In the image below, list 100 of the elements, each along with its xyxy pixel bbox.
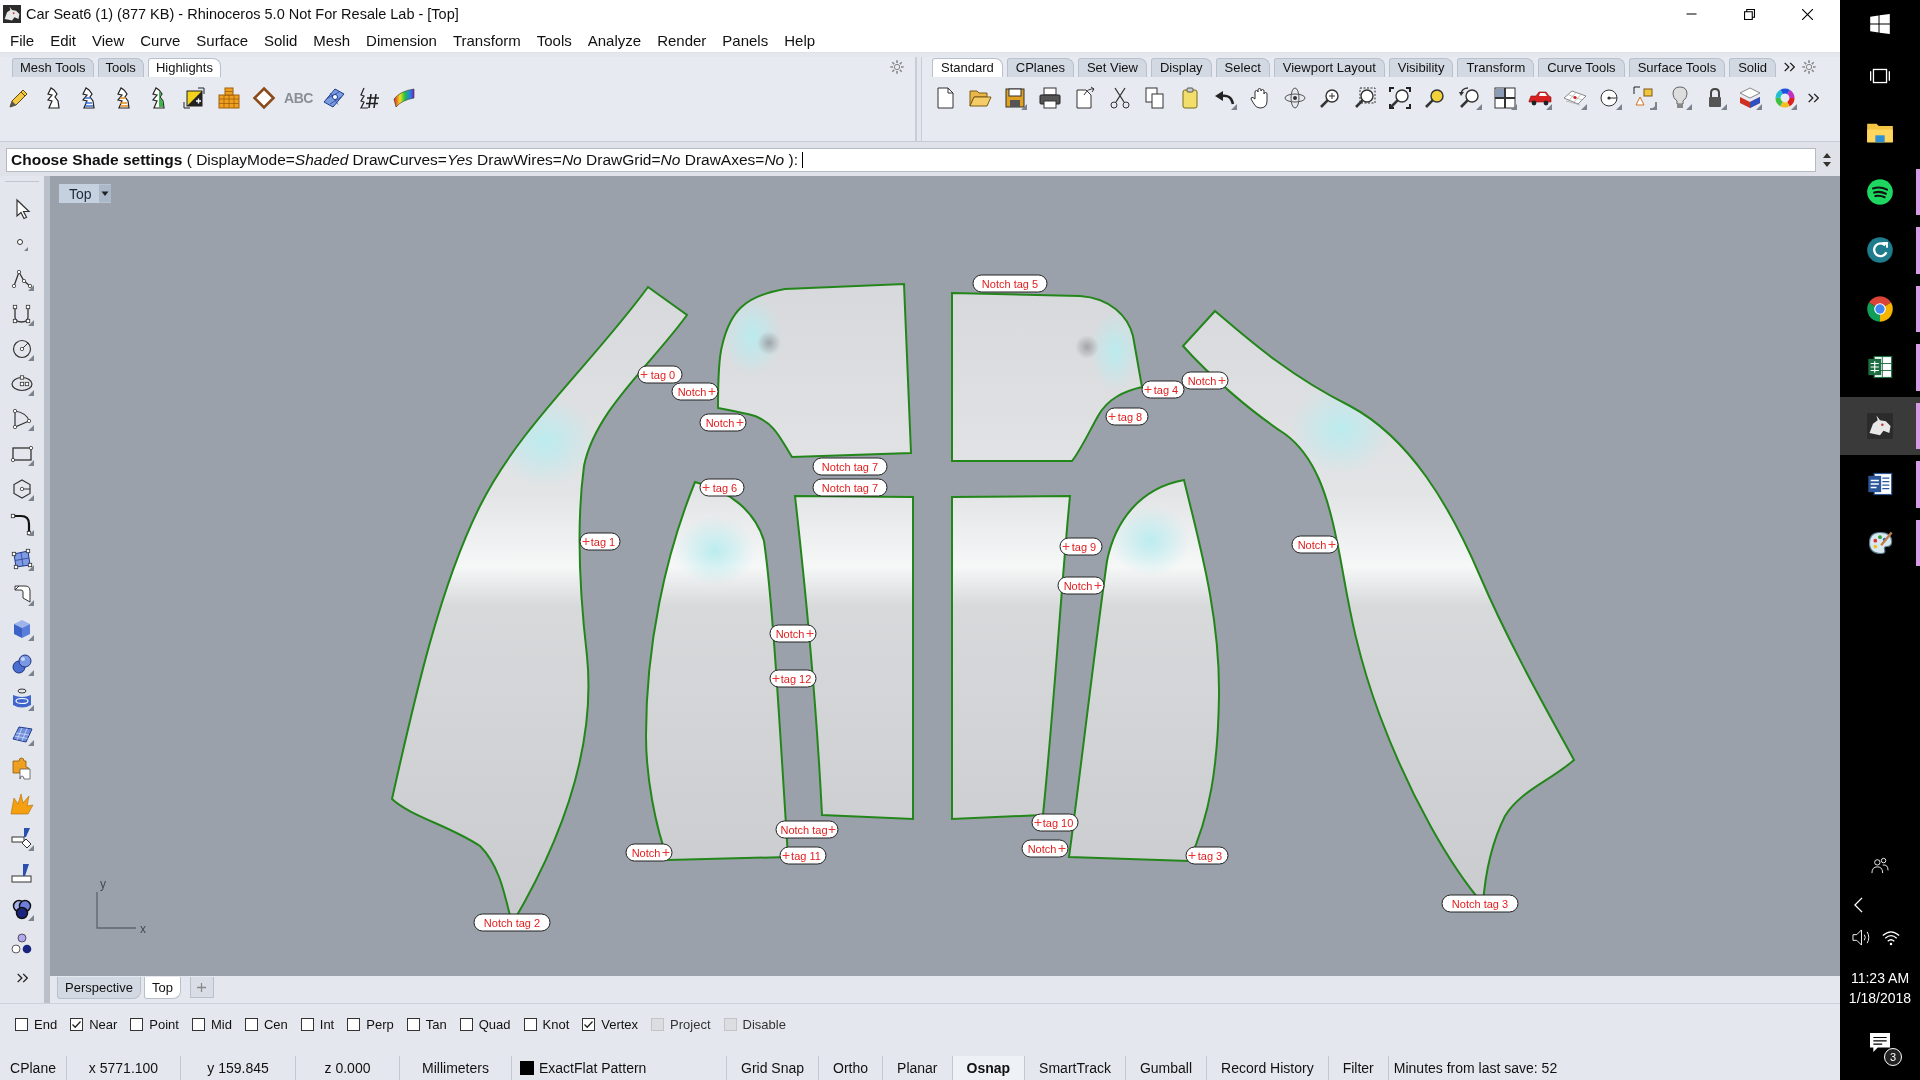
overflow-chevrons-icon[interactable] [1784, 62, 1796, 72]
command-line-field[interactable]: Choose Shade settings ( DisplayMode=Shaded DrawCurves=Yes DrawWires=No DrawGrid=No DrawAxes=No ): [6, 148, 1816, 172]
checkbox[interactable] [406, 1018, 420, 1031]
viewport-tab[interactable]: Perspective [57, 977, 141, 999]
viewport-title-tab[interactable]: Top [59, 184, 111, 203]
diamond-icon [251, 86, 276, 110]
osnap-option[interactable]: Mid [191, 1017, 232, 1032]
minimize-icon [1685, 13, 1697, 15]
tag-label: Notch [1021, 839, 1069, 858]
status-toggle[interactable]: Filter [1328, 1056, 1389, 1080]
plus-icon [197, 982, 207, 992]
menu-item[interactable]: Surface [188, 31, 256, 49]
menu-item[interactable]: Curve [132, 31, 189, 49]
osnap-option[interactable]: Tan [406, 1017, 447, 1032]
status-toggle[interactable]: Planar [883, 1056, 953, 1080]
settings-icon[interactable] [1801, 59, 1818, 75]
osnap-option[interactable]: Cen [244, 1017, 288, 1032]
toolbar-tab[interactable]: Surface Tools [1628, 58, 1726, 77]
checkbox[interactable] [191, 1018, 205, 1031]
checkbox[interactable] [130, 1018, 144, 1031]
settings-icon[interactable] [889, 59, 905, 75]
toolbar-tab[interactable]: Tools [97, 58, 144, 77]
osnap-option[interactable]: Near [70, 1017, 118, 1032]
osnap-option[interactable]: Vertex [582, 1017, 639, 1032]
taskbar-app-button[interactable] [1840, 396, 1920, 455]
cplane-pane[interactable]: CPlane [0, 1056, 67, 1080]
toolbar-tab[interactable]: Transform [1457, 58, 1535, 77]
toolbar-tab[interactable]: Standard [932, 58, 1003, 77]
toolbar-tab[interactable]: Display [1151, 58, 1212, 77]
menu-item[interactable]: Mesh [305, 31, 359, 49]
notification-icon[interactable] [1870, 1033, 1890, 1052]
checkbox[interactable] [459, 1018, 473, 1031]
menu-item[interactable]: Render [649, 31, 715, 49]
units-pane[interactable]: Millimeters [400, 1056, 512, 1080]
checkbox[interactable] [582, 1018, 596, 1031]
chevron-icon[interactable] [1854, 897, 1863, 913]
close-icon [1801, 8, 1813, 20]
print-icon [1037, 86, 1062, 110]
osnap-option[interactable]: Knot [523, 1017, 570, 1032]
menu-item[interactable]: Solid [256, 31, 306, 49]
checkbox[interactable] [523, 1018, 537, 1031]
menu-item[interactable]: Tools [528, 31, 580, 49]
tag-label: tag 8 [1105, 407, 1149, 426]
toolbar-tab[interactable]: Mesh Tools [12, 58, 94, 77]
overflow-chevrons-icon[interactable] [16, 973, 28, 983]
osnap-option[interactable]: Quad [459, 1017, 511, 1032]
checkbox[interactable] [244, 1018, 258, 1031]
checkbox[interactable] [347, 1018, 361, 1031]
clock-time[interactable]: 11:23 AM [1850, 968, 1910, 988]
coordinate-readout: x 5771.100 [67, 1056, 181, 1080]
rhino-head-icon [1866, 411, 1894, 440]
dots-icon [10, 931, 34, 956]
status-toggle[interactable]: Grid Snap [727, 1056, 820, 1080]
flag-block-icon [10, 826, 34, 851]
menu-item[interactable]: Help [776, 31, 824, 49]
osnap-option[interactable]: Point [130, 1017, 179, 1032]
menu-item[interactable]: File [2, 31, 43, 49]
toolbar-tab[interactable]: Solid [1729, 58, 1777, 77]
tag-label: Notch [699, 413, 747, 432]
viewport-canvas[interactable]: Top Notch tag 5 tag 0 Notch tag 4 Notch Notch tag 8 Notch tag 7 tag 6 Notch tag 7 tag 1 tag 9 Notch Notch Notch tag 12 Notch tag tag 10 Notch tag 11 Notch tag 3 y Notch tag 3 x Notch tag 2 [50, 176, 1840, 976]
rhino-head-icon [3, 5, 21, 23]
menu-item[interactable]: Transform [444, 31, 529, 49]
menu-item[interactable]: Analyze [579, 31, 650, 49]
toolbar-tab[interactable]: Select [1215, 58, 1270, 77]
add-tab-button[interactable] [189, 977, 214, 998]
wifi-icon[interactable] [1882, 929, 1900, 946]
clock-date[interactable]: 1/18/2018 [1848, 988, 1912, 1008]
osnap-option[interactable]: End [15, 1017, 58, 1032]
menu-item[interactable]: Edit [42, 31, 85, 49]
speaker-icon[interactable] [1852, 929, 1870, 946]
status-toggle[interactable]: Osnap [952, 1056, 1026, 1080]
toolbar-tab[interactable]: Curve Tools [1538, 58, 1625, 77]
checkbox[interactable] [300, 1018, 314, 1031]
status-toggle[interactable]: Ortho [819, 1056, 884, 1080]
axis-label: x [140, 922, 146, 936]
windows-logo-icon [1870, 14, 1890, 34]
checkbox[interactable] [70, 1018, 84, 1031]
overflow-chevrons-icon[interactable] [1808, 93, 1819, 103]
osnap-option[interactable]: Perp [347, 1017, 394, 1032]
menu-item[interactable]: Dimension [358, 31, 445, 49]
checkbox[interactable] [15, 1018, 28, 1031]
people-icon[interactable] [1871, 856, 1889, 874]
coordinate-readout: z 0.000 [296, 1056, 400, 1080]
restore-icon [1743, 8, 1755, 20]
viewport-tab[interactable]: Top [143, 977, 181, 999]
caret-icon [98, 184, 111, 203]
status-toggle[interactable]: Record History [1207, 1056, 1329, 1080]
menu-item[interactable]: View [84, 31, 133, 49]
osnap-option[interactable]: Int [300, 1017, 335, 1032]
toolbar-tab[interactable]: Set View [1077, 58, 1147, 77]
layer-pane[interactable]: ExactFlat Pattern [512, 1056, 727, 1080]
menu-item[interactable]: Panels [714, 31, 777, 49]
toolbar-tab[interactable]: Highlights [147, 58, 221, 77]
toolbar-tab[interactable]: CPlanes [1006, 58, 1074, 77]
toolbar-tab[interactable]: Visibility [1388, 58, 1454, 77]
status-toggle[interactable]: Gumball [1125, 1056, 1208, 1080]
tag-label: Notch tag 7 [812, 457, 888, 476]
status-toggle[interactable]: SmartTrack [1025, 1056, 1126, 1080]
tag-label: Notch [769, 624, 817, 643]
toolbar-tab[interactable]: Viewport Layout [1273, 58, 1385, 77]
